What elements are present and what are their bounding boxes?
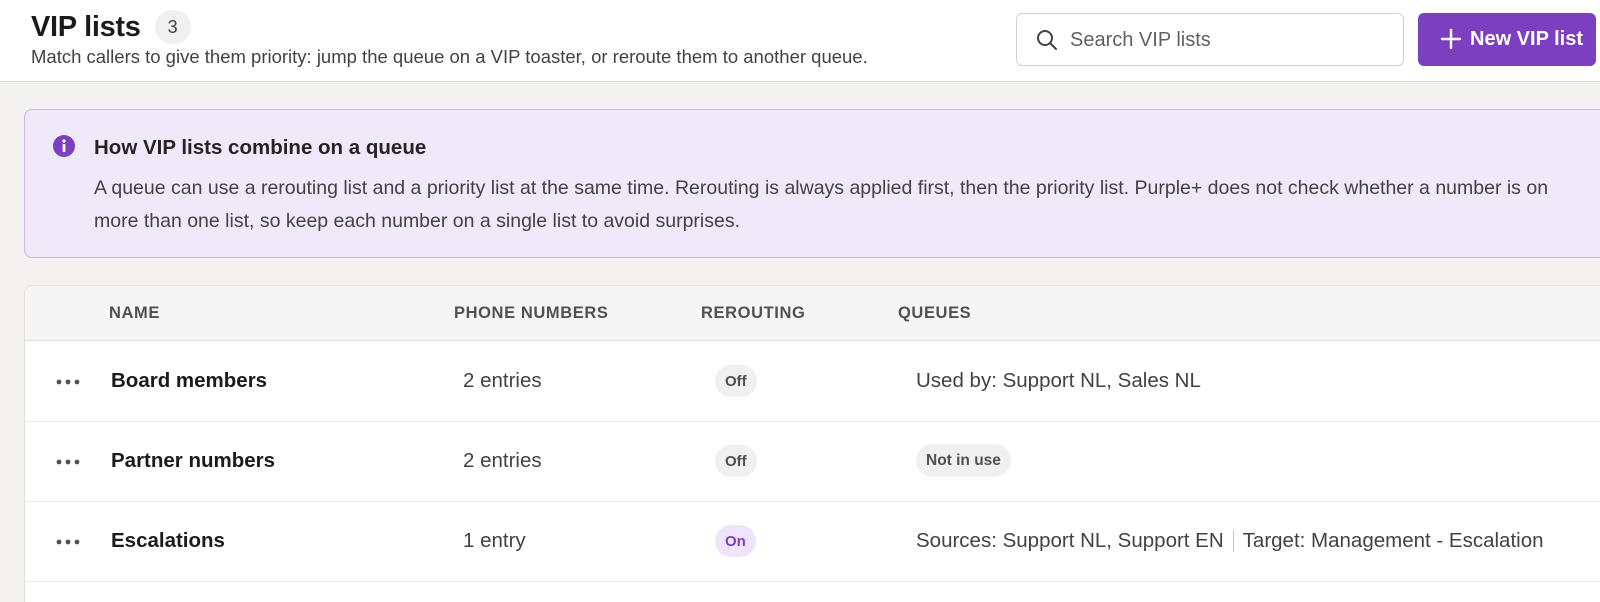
row-queues: Used by: Support NL, Sales NL bbox=[916, 369, 1201, 392]
row-queues: Sources: Support NL, Support EN Target: … bbox=[916, 529, 1544, 553]
more-options-icon[interactable] bbox=[55, 370, 81, 394]
row-name[interactable]: Board members bbox=[111, 369, 267, 393]
row-phone-numbers: 2 entries bbox=[463, 369, 542, 392]
new-vip-list-button[interactable]: New VIP list bbox=[1418, 13, 1596, 66]
rerouting-status-badge: Off bbox=[715, 445, 757, 477]
info-heading: How VIP lists combine on a queue bbox=[94, 136, 427, 159]
vip-lists-table: NAME PHONE NUMBERS REROUTING QUEUES Boar… bbox=[24, 285, 1600, 602]
row-phone-numbers: 1 entry bbox=[463, 529, 526, 552]
queues-sources: Sources: Support NL, Support EN bbox=[916, 529, 1224, 552]
rerouting-status-badge: Off bbox=[715, 365, 757, 397]
title-row: VIP lists 3 bbox=[31, 10, 191, 44]
table-row[interactable]: Escalations 1 entry On Sources: Support … bbox=[25, 502, 1600, 582]
more-options-icon[interactable] bbox=[55, 450, 81, 474]
not-in-use-badge: Not in use bbox=[916, 444, 1011, 477]
info-body: A queue can use a rerouting list and a p… bbox=[94, 177, 1549, 232]
queues-target: Target: Management - Escalation bbox=[1242, 529, 1544, 552]
search-box[interactable] bbox=[1016, 13, 1404, 66]
table-row[interactable]: Partner numbers 2 entries Off Not in use bbox=[25, 422, 1600, 502]
column-header-queues[interactable]: QUEUES bbox=[898, 304, 971, 323]
new-vip-list-label: New VIP list bbox=[1470, 28, 1584, 50]
list-count-badge: 3 bbox=[154, 10, 191, 44]
page-subtitle: Match callers to give them priority: jum… bbox=[31, 46, 868, 67]
info-banner: How VIP lists combine on a queue A queue… bbox=[24, 109, 1600, 258]
search-icon bbox=[1037, 30, 1057, 50]
page-title: VIP lists bbox=[31, 10, 141, 43]
row-phone-numbers: 2 entries bbox=[463, 449, 542, 472]
search-input[interactable] bbox=[1070, 24, 1390, 56]
column-header-name[interactable]: NAME bbox=[109, 304, 160, 323]
plus-icon bbox=[1440, 28, 1462, 50]
rerouting-status-badge: On bbox=[715, 525, 756, 557]
column-header-rerouting[interactable]: REROUTING bbox=[701, 304, 805, 323]
page-header: VIP lists 3 Match callers to give them p… bbox=[0, 0, 1600, 82]
info-icon bbox=[53, 135, 75, 157]
row-name[interactable]: Escalations bbox=[111, 529, 225, 553]
separator bbox=[1232, 530, 1234, 552]
more-options-icon[interactable] bbox=[55, 530, 81, 554]
table-header: NAME PHONE NUMBERS REROUTING QUEUES bbox=[25, 286, 1600, 341]
row-name[interactable]: Partner numbers bbox=[111, 449, 275, 473]
column-header-phone-numbers[interactable]: PHONE NUMBERS bbox=[454, 304, 608, 323]
table-row[interactable]: Board members 2 entries Off Used by: Sup… bbox=[25, 342, 1600, 422]
